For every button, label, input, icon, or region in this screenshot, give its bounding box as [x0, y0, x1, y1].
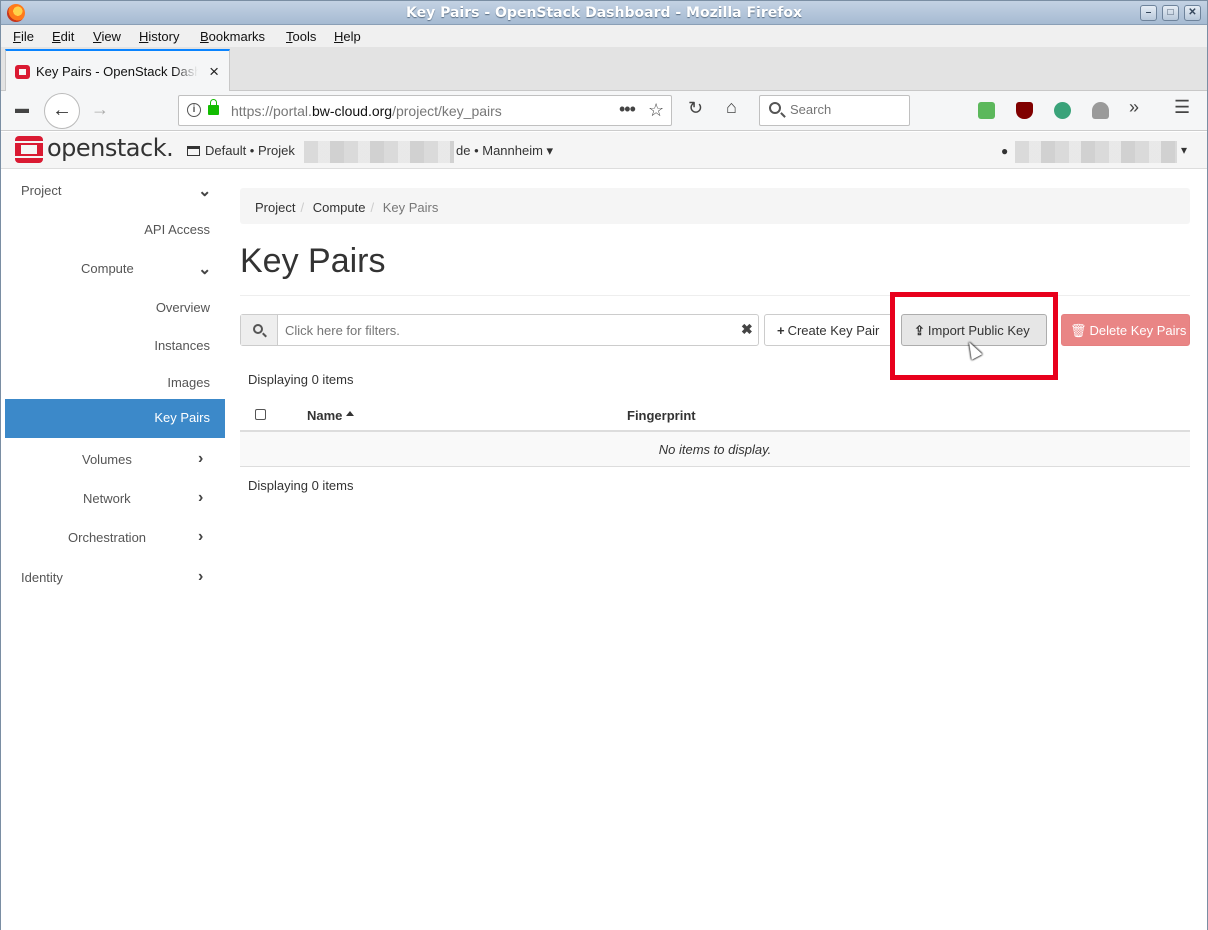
region-selector[interactable]: de • Mannheim ▾ [456, 143, 553, 159]
breadcrumb: Project / Compute / Key Pairs [240, 188, 1190, 224]
bookmark-star-icon[interactable]: ☆ [648, 100, 664, 121]
url-bar[interactable]: i https://portal.bw-cloud.org/project/ke… [178, 95, 672, 126]
breadcrumb-key-pairs: Key Pairs [382, 200, 439, 215]
sidebar-item-orchestration[interactable]: Orchestration › [5, 519, 225, 558]
project-icon [187, 146, 200, 156]
extension-green-icon[interactable] [978, 102, 995, 119]
page-actions-icon[interactable]: ••• [619, 99, 636, 120]
item-count-top: Displaying 0 items [248, 372, 354, 387]
chevron-right-icon: › [198, 568, 204, 585]
filter-box: ✖ [240, 314, 759, 346]
filter-input[interactable] [285, 323, 725, 338]
search-icon [253, 324, 263, 334]
empty-table-row: No items to display. [240, 432, 1190, 467]
redacted-project-name [304, 141, 454, 163]
extension-puzzle-icon[interactable] [1092, 102, 1109, 119]
column-name[interactable]: Name [307, 408, 355, 423]
item-count-bottom: Displaying 0 items [248, 478, 354, 493]
menu-view[interactable]: View [93, 29, 121, 44]
redacted-username [1015, 141, 1177, 163]
plus-icon: + [777, 323, 785, 338]
filter-search-addon[interactable] [241, 315, 278, 345]
sidebar-item-images[interactable]: Images [5, 364, 225, 403]
window-title: Key Pairs - OpenStack Dashboard - Mozill… [406, 5, 802, 21]
chevron-down-icon: ⌄ [198, 261, 212, 278]
chevron-right-icon: › [198, 489, 204, 506]
sidebar-item-instances[interactable]: Instances [5, 327, 225, 366]
project-context-selector[interactable]: Default • Projek [187, 143, 295, 158]
openstack-logo-icon[interactable] [15, 136, 43, 163]
sidebar-item-overview[interactable]: Overview [5, 289, 225, 328]
tab-strip: Key Pairs - OpenStack Dashboard × [1, 47, 1207, 92]
sidebar-item-api-access[interactable]: API Access [5, 211, 225, 250]
search-input[interactable] [790, 102, 900, 117]
tab-close-icon[interactable]: × [209, 62, 219, 82]
column-fingerprint[interactable]: Fingerprint [627, 408, 696, 423]
menu-edit[interactable]: Edit [52, 29, 74, 44]
chevron-right-icon: › [198, 450, 204, 467]
menu-help[interactable]: Help [334, 29, 361, 44]
url-text: https://portal.bw-cloud.org/project/key_… [231, 103, 502, 119]
lock-icon [208, 99, 219, 115]
sidebar-item-volumes[interactable]: Volumes › [5, 441, 225, 480]
chevron-right-icon: › [198, 528, 204, 545]
title-bar: Key Pairs - OpenStack Dashboard - Mozill… [1, 1, 1207, 25]
menu-file[interactable]: File [13, 29, 34, 44]
sort-asc-icon [346, 411, 355, 416]
page-title: Key Pairs [240, 242, 386, 280]
chevron-down-icon: ⌄ [198, 183, 212, 200]
browser-window: Key Pairs - OpenStack Dashboard - Mozill… [0, 0, 1208, 930]
extension-circle-icon[interactable] [1054, 102, 1071, 119]
tab-key-pairs[interactable]: Key Pairs - OpenStack Dashboard × [5, 49, 230, 92]
openstack-header: openstack. Default • Projek de • Mannhei… [1, 132, 1207, 169]
clear-filter-icon[interactable]: ✖ [741, 321, 753, 338]
page-content: openstack. Default • Projek de • Mannhei… [1, 132, 1207, 930]
user-menu[interactable]: ● [1001, 143, 1008, 158]
ublock-icon[interactable] [1016, 102, 1033, 119]
sidebar-item-network[interactable]: Network › [5, 480, 225, 519]
menu-tools[interactable]: Tools [286, 29, 316, 44]
info-icon[interactable]: i [187, 103, 201, 117]
home-icon[interactable]: ⌂ [726, 97, 737, 118]
search-icon [769, 102, 781, 114]
sidebar-item-key-pairs[interactable]: Key Pairs [5, 399, 225, 438]
user-caret-icon[interactable]: ▾ [1181, 143, 1187, 157]
breadcrumb-compute[interactable]: Compute [313, 200, 366, 215]
minimize-button[interactable]: – [1140, 5, 1157, 21]
trash-icon: 🗑 [1070, 323, 1087, 338]
tab-title: Key Pairs - OpenStack Dashboard [36, 64, 198, 79]
reload-icon[interactable]: ↻ [688, 98, 703, 119]
select-all-checkbox[interactable] [255, 409, 266, 420]
table-header: Name Fingerprint [240, 398, 1190, 432]
create-key-pair-button[interactable]: + Create Key Pair [764, 314, 893, 346]
menu-history[interactable]: History [139, 29, 179, 44]
sidebar-item-compute[interactable]: Compute ⌄ [5, 250, 225, 289]
delete-key-pairs-button[interactable]: 🗑 Delete Key Pairs [1061, 314, 1190, 346]
back-button[interactable]: ← [44, 93, 80, 129]
sidebar-item-project[interactable]: Project ⌄ [5, 172, 225, 211]
sidebar-item-identity[interactable]: Identity › [5, 559, 225, 598]
forward-button[interactable]: → [91, 99, 109, 120]
hamburger-menu-icon[interactable]: ☰ [1174, 97, 1190, 118]
breadcrumb-project[interactable]: Project [255, 200, 295, 215]
maximize-button[interactable]: □ [1162, 5, 1179, 21]
navigation-toolbar: ▬ ← → i https://portal.bw-cloud.org/proj… [1, 91, 1207, 131]
menu-bar: File Edit View History Bookmarks Tools H… [1, 25, 1207, 47]
overflow-menu-icon[interactable]: » [1129, 97, 1139, 118]
openstack-wordmark[interactable]: openstack. [47, 134, 174, 162]
sidebar-toggle-icon[interactable]: ▬ [15, 100, 29, 116]
close-window-button[interactable]: ✕ [1184, 5, 1201, 21]
search-bar[interactable] [759, 95, 910, 126]
highlight-annotation-box [890, 292, 1058, 380]
user-icon: ● [1001, 144, 1009, 158]
openstack-favicon-icon [15, 65, 30, 79]
menu-bookmarks[interactable]: Bookmarks [200, 29, 265, 44]
